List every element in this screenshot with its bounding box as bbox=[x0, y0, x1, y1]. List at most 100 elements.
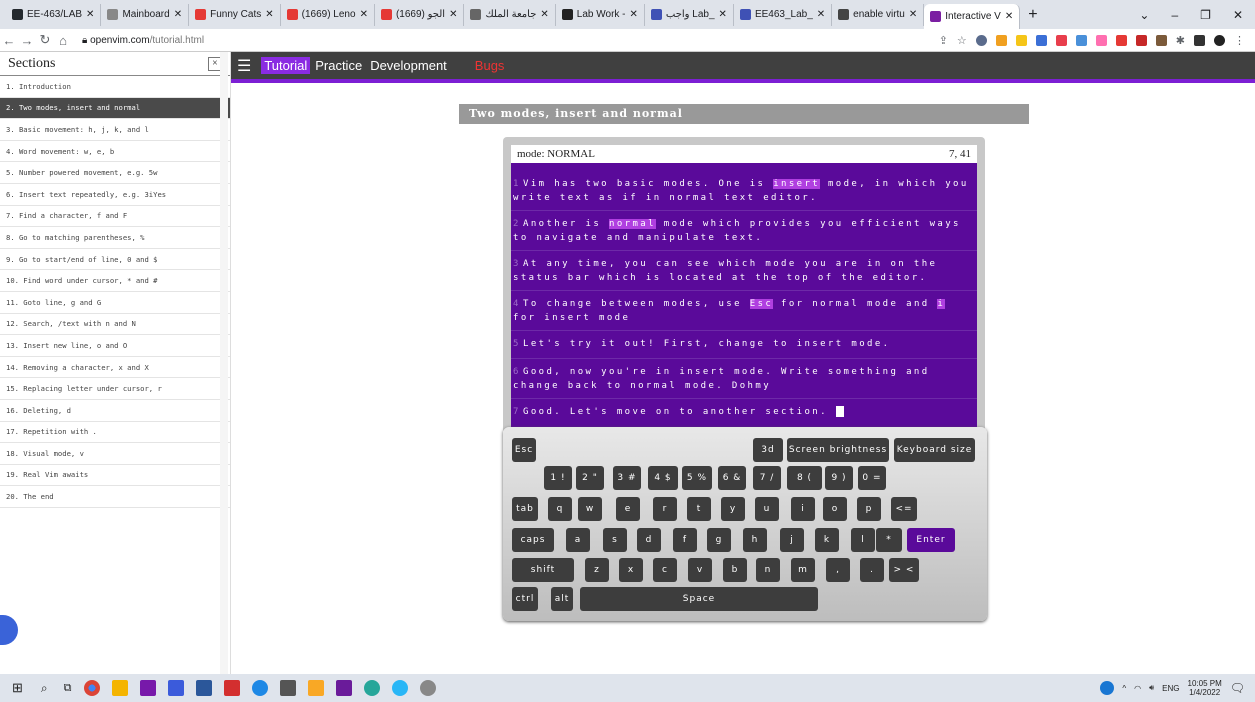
clock[interactable]: 10:05 PM 1/4/2022 bbox=[1188, 679, 1222, 697]
extension-icon[interactable] bbox=[1035, 34, 1047, 46]
keyboard-key[interactable]: w bbox=[578, 497, 602, 521]
nav-bugs[interactable]: Bugs bbox=[475, 58, 505, 73]
minimize-icon[interactable]: – bbox=[1171, 8, 1178, 22]
tab-close-icon[interactable]: ✕ bbox=[540, 9, 548, 20]
bookmark-star-icon[interactable]: ☆ bbox=[957, 34, 967, 47]
keyboard-key[interactable]: 4 $ bbox=[648, 466, 678, 490]
nav-practice[interactable]: Practice bbox=[315, 58, 362, 73]
app-icon[interactable] bbox=[335, 680, 352, 696]
keyboard-key[interactable]: Esc bbox=[512, 438, 536, 462]
keyboard-key[interactable]: 9 ) bbox=[825, 466, 853, 490]
volume-icon[interactable]: 🔊︎ bbox=[1149, 683, 1154, 693]
keyboard-key[interactable]: k bbox=[815, 528, 839, 552]
keyboard-key[interactable]: p bbox=[857, 497, 881, 521]
keyboard-key[interactable]: 7 / bbox=[753, 466, 781, 490]
hamburger-menu-icon[interactable]: ☰ bbox=[237, 56, 251, 76]
sidebar-section-item[interactable]: 19. Real Vim awaits bbox=[0, 465, 230, 487]
back-icon[interactable]: ← bbox=[0, 33, 18, 48]
keyboard-key[interactable]: t bbox=[687, 497, 711, 521]
keyboard-key[interactable]: h bbox=[743, 528, 767, 552]
sidebar-section-item[interactable]: 6. Insert text repeatedly, e.g. 3iYes bbox=[0, 184, 230, 206]
sidebar-section-item[interactable]: 11. Goto line, g and G bbox=[0, 292, 230, 314]
url-field[interactable]: 🔒︎ openvim.com/tutorial.html bbox=[82, 35, 204, 46]
extensions-puzzle-icon[interactable]: ✱ bbox=[1176, 34, 1185, 47]
keyboard-key[interactable]: 3 # bbox=[613, 466, 641, 490]
extension-icon[interactable] bbox=[1155, 34, 1167, 46]
keyboard-key[interactable]: Space bbox=[580, 587, 818, 611]
app-icon[interactable] bbox=[167, 680, 184, 696]
browser-tab[interactable]: Mainboard ✕ bbox=[101, 3, 190, 26]
keyboard-key[interactable]: Enter bbox=[907, 528, 955, 552]
editor-line[interactable]: 3 At any time, you can see which mode you… bbox=[511, 251, 977, 291]
tab-close-icon[interactable]: ✕ bbox=[719, 9, 727, 20]
close-window-icon[interactable]: ✕ bbox=[1233, 8, 1243, 22]
keyboard-key[interactable]: a bbox=[566, 528, 590, 552]
keyboard-key[interactable]: 1 ! bbox=[544, 466, 572, 490]
menu-kebab-icon[interactable]: ⋮ bbox=[1234, 34, 1245, 47]
sidebar-section-item[interactable]: 18. Visual mode, v bbox=[0, 443, 230, 465]
tab-close-icon[interactable]: ✕ bbox=[360, 9, 368, 20]
share-icon[interactable]: ⇪ bbox=[939, 34, 948, 47]
calculator-icon[interactable] bbox=[195, 680, 212, 696]
tab-close-icon[interactable]: ✕ bbox=[909, 9, 917, 20]
language-indicator[interactable]: ENG bbox=[1162, 684, 1179, 693]
tab-search-icon[interactable]: ⌄ bbox=[1139, 8, 1149, 22]
keyboard-key[interactable]: m bbox=[791, 558, 815, 582]
reload-icon[interactable]: ↻ bbox=[36, 32, 54, 48]
extension-icon[interactable] bbox=[1015, 34, 1027, 46]
browser-tab[interactable]: Funny Cats ✕ bbox=[189, 3, 281, 26]
tab-close-icon[interactable]: ✕ bbox=[630, 9, 638, 20]
new-tab-button[interactable]: + bbox=[1020, 6, 1045, 24]
keyboard-key[interactable]: Screen brightness bbox=[787, 438, 889, 462]
browser-tab[interactable]: (1669) Leno ✕ bbox=[281, 3, 375, 26]
sidebar-section-item[interactable]: 3. Basic movement: h, j, k, and l bbox=[0, 119, 230, 141]
browser-tab[interactable]: (1669) الجو ✕ bbox=[375, 3, 465, 26]
browser-tab[interactable]: Lab Work - ✕ bbox=[556, 3, 645, 26]
tab-close-icon[interactable]: ✕ bbox=[174, 9, 182, 20]
browser-tab[interactable]: جامعة الملك ✕ bbox=[464, 3, 556, 26]
app-icon[interactable] bbox=[279, 680, 296, 696]
keyboard-key[interactable]: q bbox=[548, 497, 572, 521]
keyboard-key[interactable]: ctrl bbox=[512, 587, 538, 611]
keyboard-key[interactable]: tab bbox=[512, 497, 538, 521]
keyboard-key[interactable]: r bbox=[653, 497, 677, 521]
edge-icon[interactable] bbox=[363, 680, 380, 696]
browser-tab[interactable]: enable virtu ✕ bbox=[832, 3, 925, 26]
editor-line[interactable]: 6 Good, now you're in insert mode. Write … bbox=[511, 359, 977, 399]
extension-icon[interactable] bbox=[1115, 34, 1127, 46]
maximize-icon[interactable]: ❐ bbox=[1200, 8, 1211, 22]
sidebar-scrollbar[interactable] bbox=[220, 52, 228, 674]
browser-tab[interactable]: Interactive V ✕ bbox=[924, 4, 1021, 29]
nav-tutorial[interactable]: Tutorial bbox=[261, 57, 311, 74]
editor-line[interactable]: 1 Vim has two basic modes. One is insert … bbox=[511, 171, 977, 211]
extension-icon[interactable] bbox=[1055, 34, 1067, 46]
keyboard-key[interactable]: e bbox=[616, 497, 640, 521]
home-icon[interactable]: ⌂ bbox=[54, 33, 72, 48]
extension-icon[interactable] bbox=[1095, 34, 1107, 46]
tab-close-icon[interactable]: ✕ bbox=[86, 9, 94, 20]
keyboard-key[interactable]: b bbox=[723, 558, 747, 582]
keyboard-key[interactable]: c bbox=[653, 558, 677, 582]
app-icon[interactable] bbox=[251, 680, 268, 696]
keyboard-key[interactable]: z bbox=[585, 558, 609, 582]
keyboard-key[interactable]: i bbox=[791, 497, 815, 521]
editor-text-area[interactable]: 1 Vim has two basic modes. One is insert … bbox=[511, 163, 977, 429]
keyboard-key[interactable]: j bbox=[780, 528, 804, 552]
keyboard-key[interactable]: y bbox=[721, 497, 745, 521]
browser-tab[interactable]: EE-463/LAB ✕ bbox=[6, 3, 102, 26]
keyboard-key[interactable]: 2 " bbox=[576, 466, 604, 490]
keyboard-key[interactable]: 0 = bbox=[858, 466, 886, 490]
keyboard-key[interactable]: u bbox=[755, 497, 779, 521]
editor-line[interactable]: 2 Another is normal mode which provides y… bbox=[511, 211, 977, 251]
editor-line[interactable]: 7 Good. Let's move on to another section. bbox=[511, 399, 977, 429]
sidebar-section-item[interactable]: 5. Number powered movement, e.g. 5w bbox=[0, 162, 230, 184]
help-icon[interactable] bbox=[1100, 681, 1115, 695]
search-icon[interactable]: ⌕ bbox=[41, 681, 48, 696]
sidebar-section-item[interactable]: 9. Go to start/end of line, 0 and $ bbox=[0, 249, 230, 271]
chrome-icon[interactable] bbox=[83, 680, 100, 696]
keyboard-key[interactable]: g bbox=[707, 528, 731, 552]
keyboard-key[interactable]: Keyboard size bbox=[894, 438, 975, 462]
onenote-icon[interactable] bbox=[139, 680, 156, 696]
sidebar-section-item[interactable]: 7. Find a character, f and F bbox=[0, 206, 230, 228]
keyboard-key[interactable]: l bbox=[851, 528, 875, 552]
